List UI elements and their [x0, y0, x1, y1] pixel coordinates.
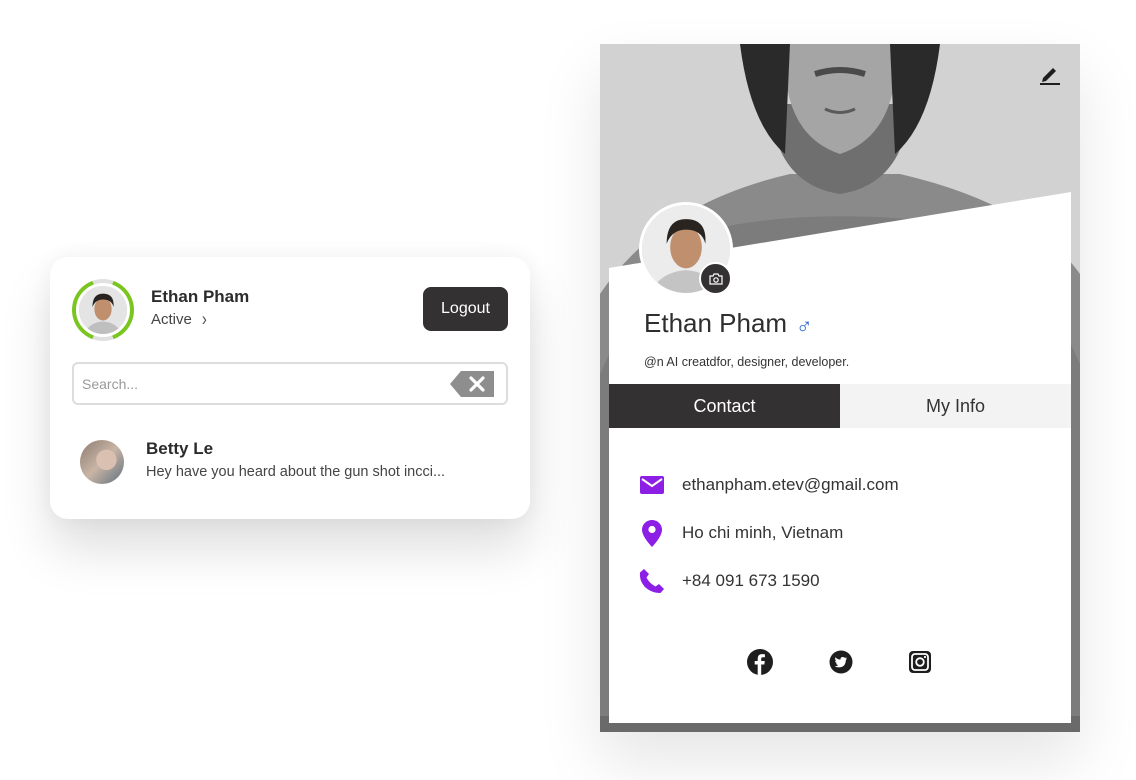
contact-avatar [80, 440, 124, 484]
contact-location: Ho chi minh, Vietnam [682, 523, 844, 542]
edit-icon[interactable] [1038, 64, 1062, 86]
profile-name: Ethan Pham [644, 308, 788, 338]
mail-icon [638, 471, 666, 499]
status-label: Active [151, 311, 192, 328]
contact-name: Betty Le [146, 439, 214, 458]
contact-email: ethanpham.etev@gmail.com [682, 475, 899, 494]
profile-tabs: Contact My Info [609, 384, 1071, 428]
contact-email-row[interactable]: ethanpham.etev@gmail.com [638, 470, 899, 500]
clear-search-icon[interactable] [450, 371, 494, 397]
contact-phone-row[interactable]: +84 091 673 1590 [638, 566, 820, 596]
user-status[interactable]: Active › [151, 308, 207, 331]
user-avatar[interactable] [72, 279, 134, 341]
male-gender-icon: ♂ [796, 313, 813, 338]
tab-contact[interactable]: Contact [609, 384, 840, 428]
location-pin-icon [638, 519, 666, 547]
facebook-icon[interactable] [747, 649, 773, 675]
logout-button[interactable]: Logout [423, 287, 508, 331]
user-photo [79, 286, 127, 334]
twitter-icon[interactable] [828, 649, 854, 675]
user-name: Ethan Pham [151, 287, 250, 306]
user-chat-widget: Ethan Pham Active › Logout Betty Le Hey … [50, 257, 530, 519]
message-preview: Hey have you heard about the gun shot in… [146, 464, 446, 480]
search-field [72, 362, 508, 405]
contact-phone: +84 091 673 1590 [682, 571, 820, 590]
tab-my-info[interactable]: My Info [840, 384, 1071, 428]
phone-icon [638, 567, 666, 595]
conversation-item[interactable]: Betty Le Hey have you heard about the gu… [80, 437, 500, 487]
contact-location-row[interactable]: Ho chi minh, Vietnam [638, 518, 843, 548]
profile-bio: @n AI creatdfor, designer, developer. [644, 355, 850, 369]
instagram-icon[interactable] [907, 649, 933, 675]
search-input[interactable] [82, 364, 442, 403]
chevron-right-icon: › [201, 308, 207, 331]
camera-icon[interactable] [699, 262, 732, 295]
